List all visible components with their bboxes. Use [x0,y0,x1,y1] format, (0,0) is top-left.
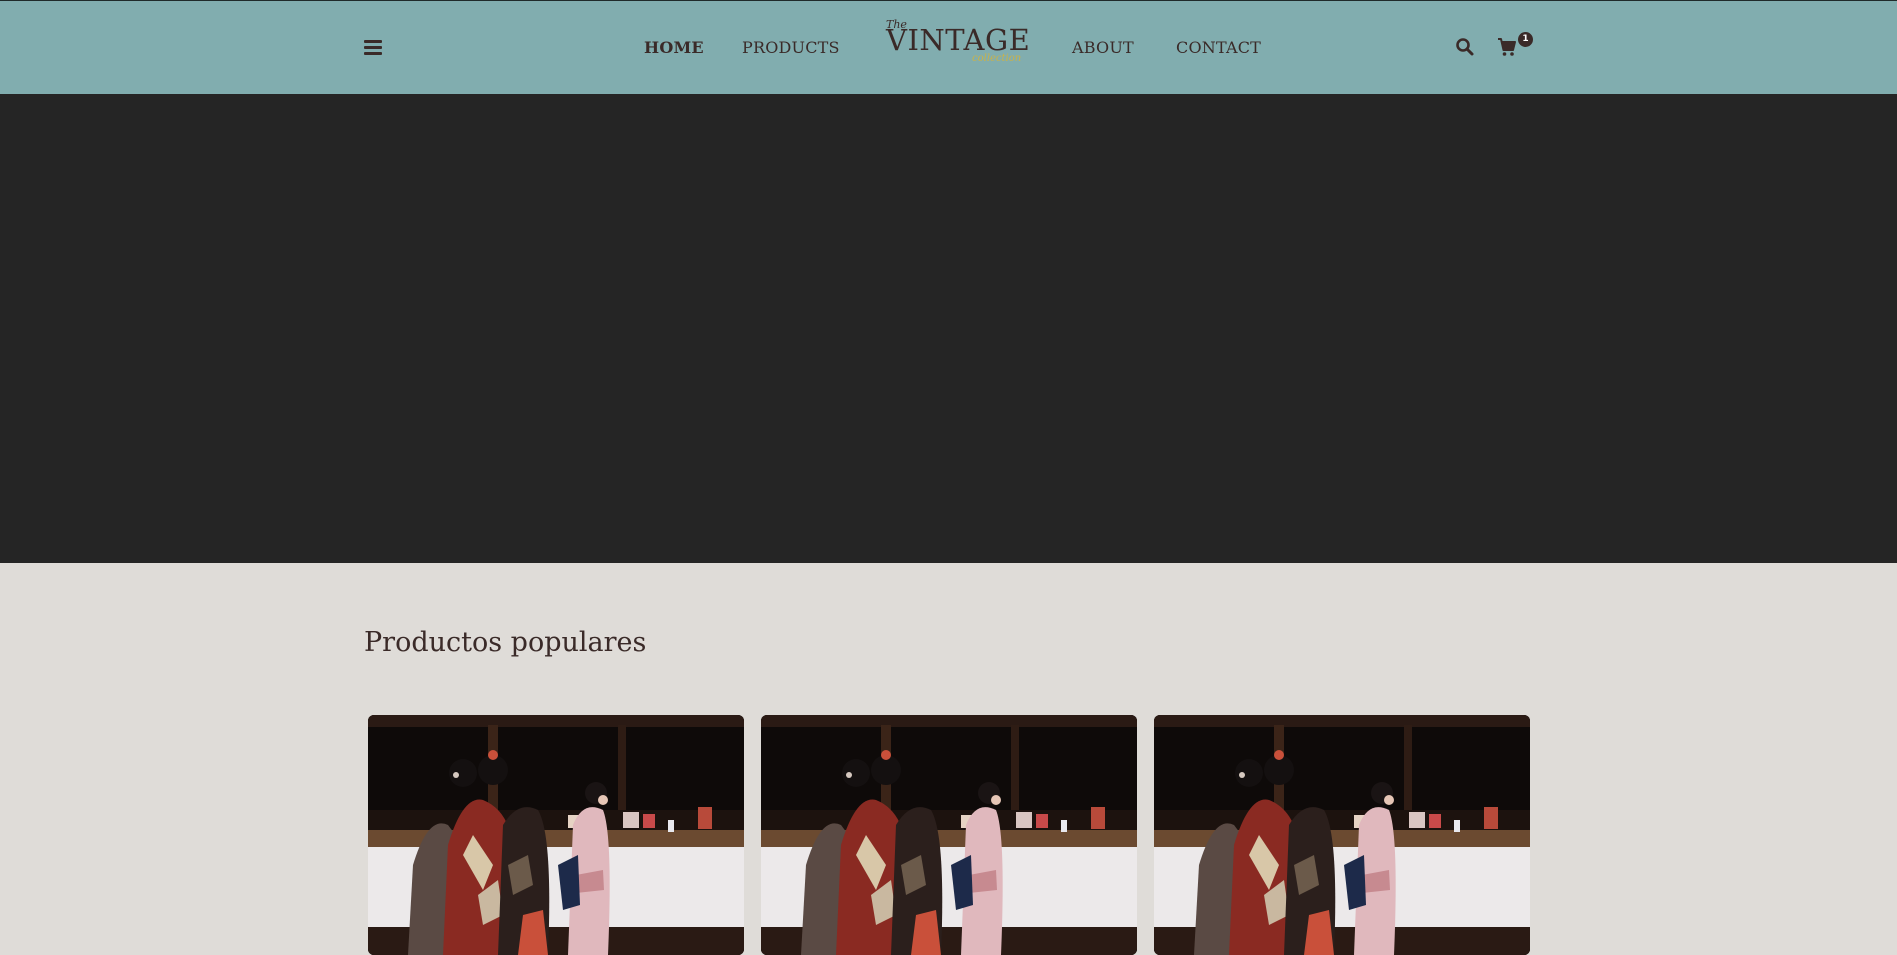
product-image [1154,715,1530,955]
product-card[interactable] [368,715,744,955]
logo-main-text: VINTAGE [886,23,1031,57]
nav-link-about[interactable]: ABOUT [1072,38,1134,57]
popular-products-title: Productos populares [364,627,647,658]
product-image [368,715,744,955]
product-card[interactable] [1154,715,1530,955]
nav-link-home[interactable]: HOME [644,38,704,57]
navbar: HOME PRODUCTS The VINTAGE collection ABO… [0,1,1897,94]
product-image [761,715,1137,955]
search-icon[interactable] [1455,37,1475,61]
logo-sub-text: collection [972,53,1022,64]
nav-link-products[interactable]: PRODUCTS [742,38,840,57]
nav-link-contact[interactable]: CONTACT [1176,38,1261,57]
hamburger-menu-icon[interactable] [364,40,382,56]
shopping-cart-icon[interactable] [1497,37,1517,61]
hero-banner [0,94,1897,563]
brand-logo[interactable]: The VINTAGE collection [884,17,1030,69]
cart-count-badge: 1 [1518,32,1533,47]
product-card[interactable] [761,715,1137,955]
